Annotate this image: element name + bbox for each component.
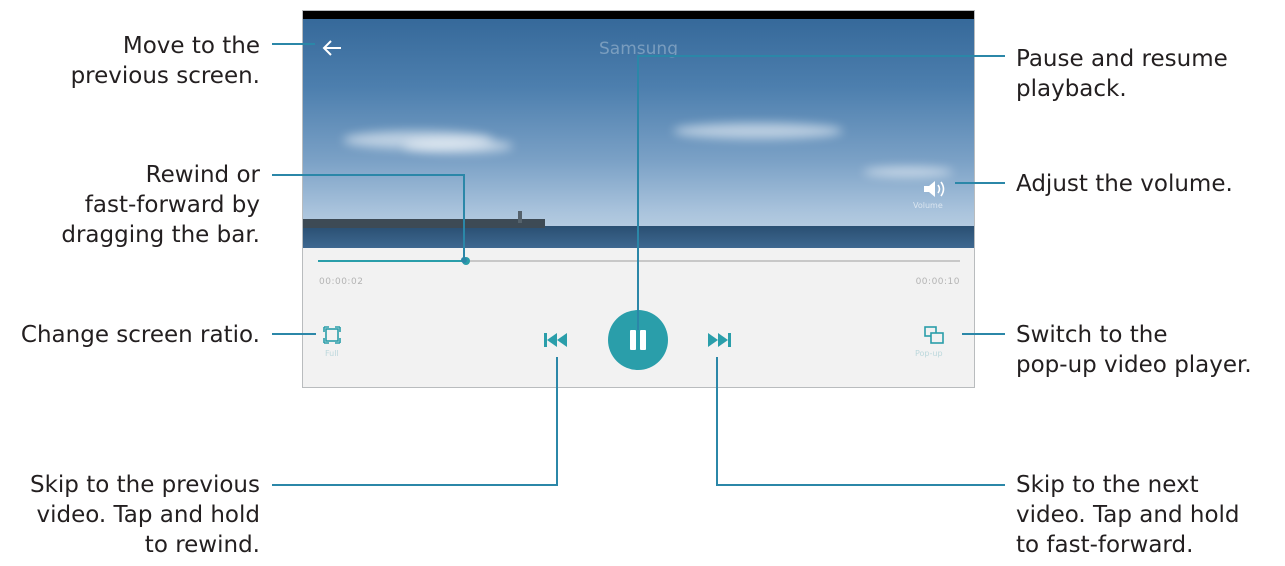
annotation-popup: Switch to the pop-up video player. (1016, 320, 1252, 380)
annotation-line: Skip to the previous (29, 472, 260, 498)
annotation-line: Adjust the volume. (1016, 171, 1233, 197)
annotation-pause: Pause and resume playback. (1016, 44, 1228, 104)
callout-line-next (716, 357, 1005, 486)
annotation-line: video. Tap and hold (36, 502, 260, 528)
annotation-prev: Skip to the previous video. Tap and hold… (30, 470, 260, 560)
annotation-next: Skip to the next video. Tap and hold to … (1016, 470, 1240, 560)
annotation-line: playback. (1016, 76, 1127, 102)
annotation-ratio: Change screen ratio. (21, 320, 260, 350)
annotation-line: dragging the bar. (61, 222, 260, 248)
annotation-line: Skip to the next (1016, 472, 1199, 498)
callout-dot (461, 257, 467, 263)
callout-line-prev (272, 357, 558, 486)
annotation-line: to fast-forward. (1016, 532, 1194, 558)
callout-line-seek (272, 174, 465, 260)
annotation-back: Move to the previous screen. (71, 31, 260, 91)
annotation-seek: Rewind or fast-forward by dragging the b… (61, 160, 260, 250)
annotation-line: Pause and resume (1016, 46, 1228, 72)
annotation-line: Switch to the (1016, 322, 1168, 348)
annotation-line: fast-forward by (84, 192, 260, 218)
annotation-line: previous screen. (70, 63, 260, 89)
annotation-volume: Adjust the volume. (1016, 169, 1233, 199)
annotation-line: Move to the (122, 33, 260, 59)
annotation-line: pop-up video player. (1016, 352, 1252, 378)
annotation-line: to rewind. (144, 532, 260, 558)
annotation-line: video. Tap and hold (1016, 502, 1240, 528)
annotation-line: Rewind or (145, 162, 260, 188)
annotation-line: Change screen ratio. (20, 322, 260, 348)
callout-line-pause (637, 55, 1005, 330)
